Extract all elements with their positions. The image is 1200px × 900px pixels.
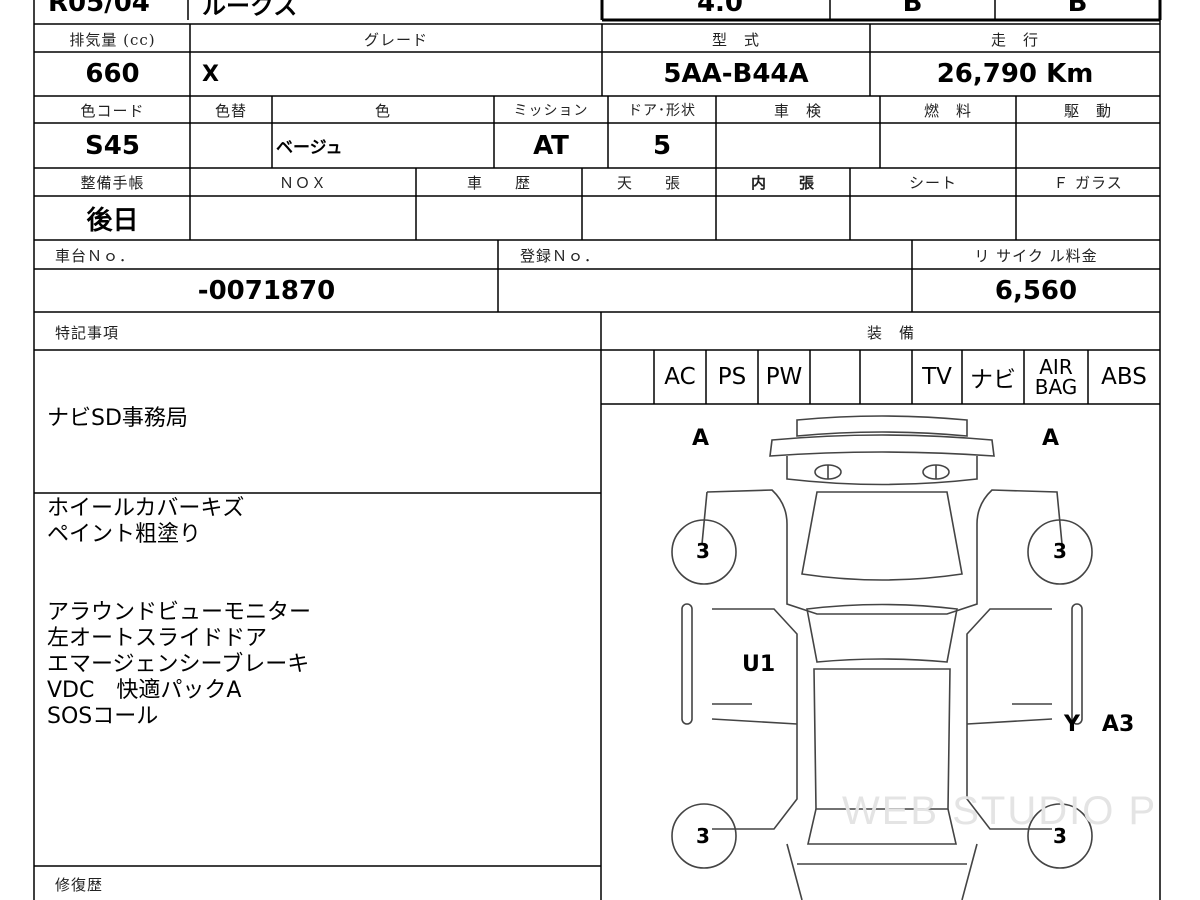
table-grid — [33, 0, 1162, 900]
